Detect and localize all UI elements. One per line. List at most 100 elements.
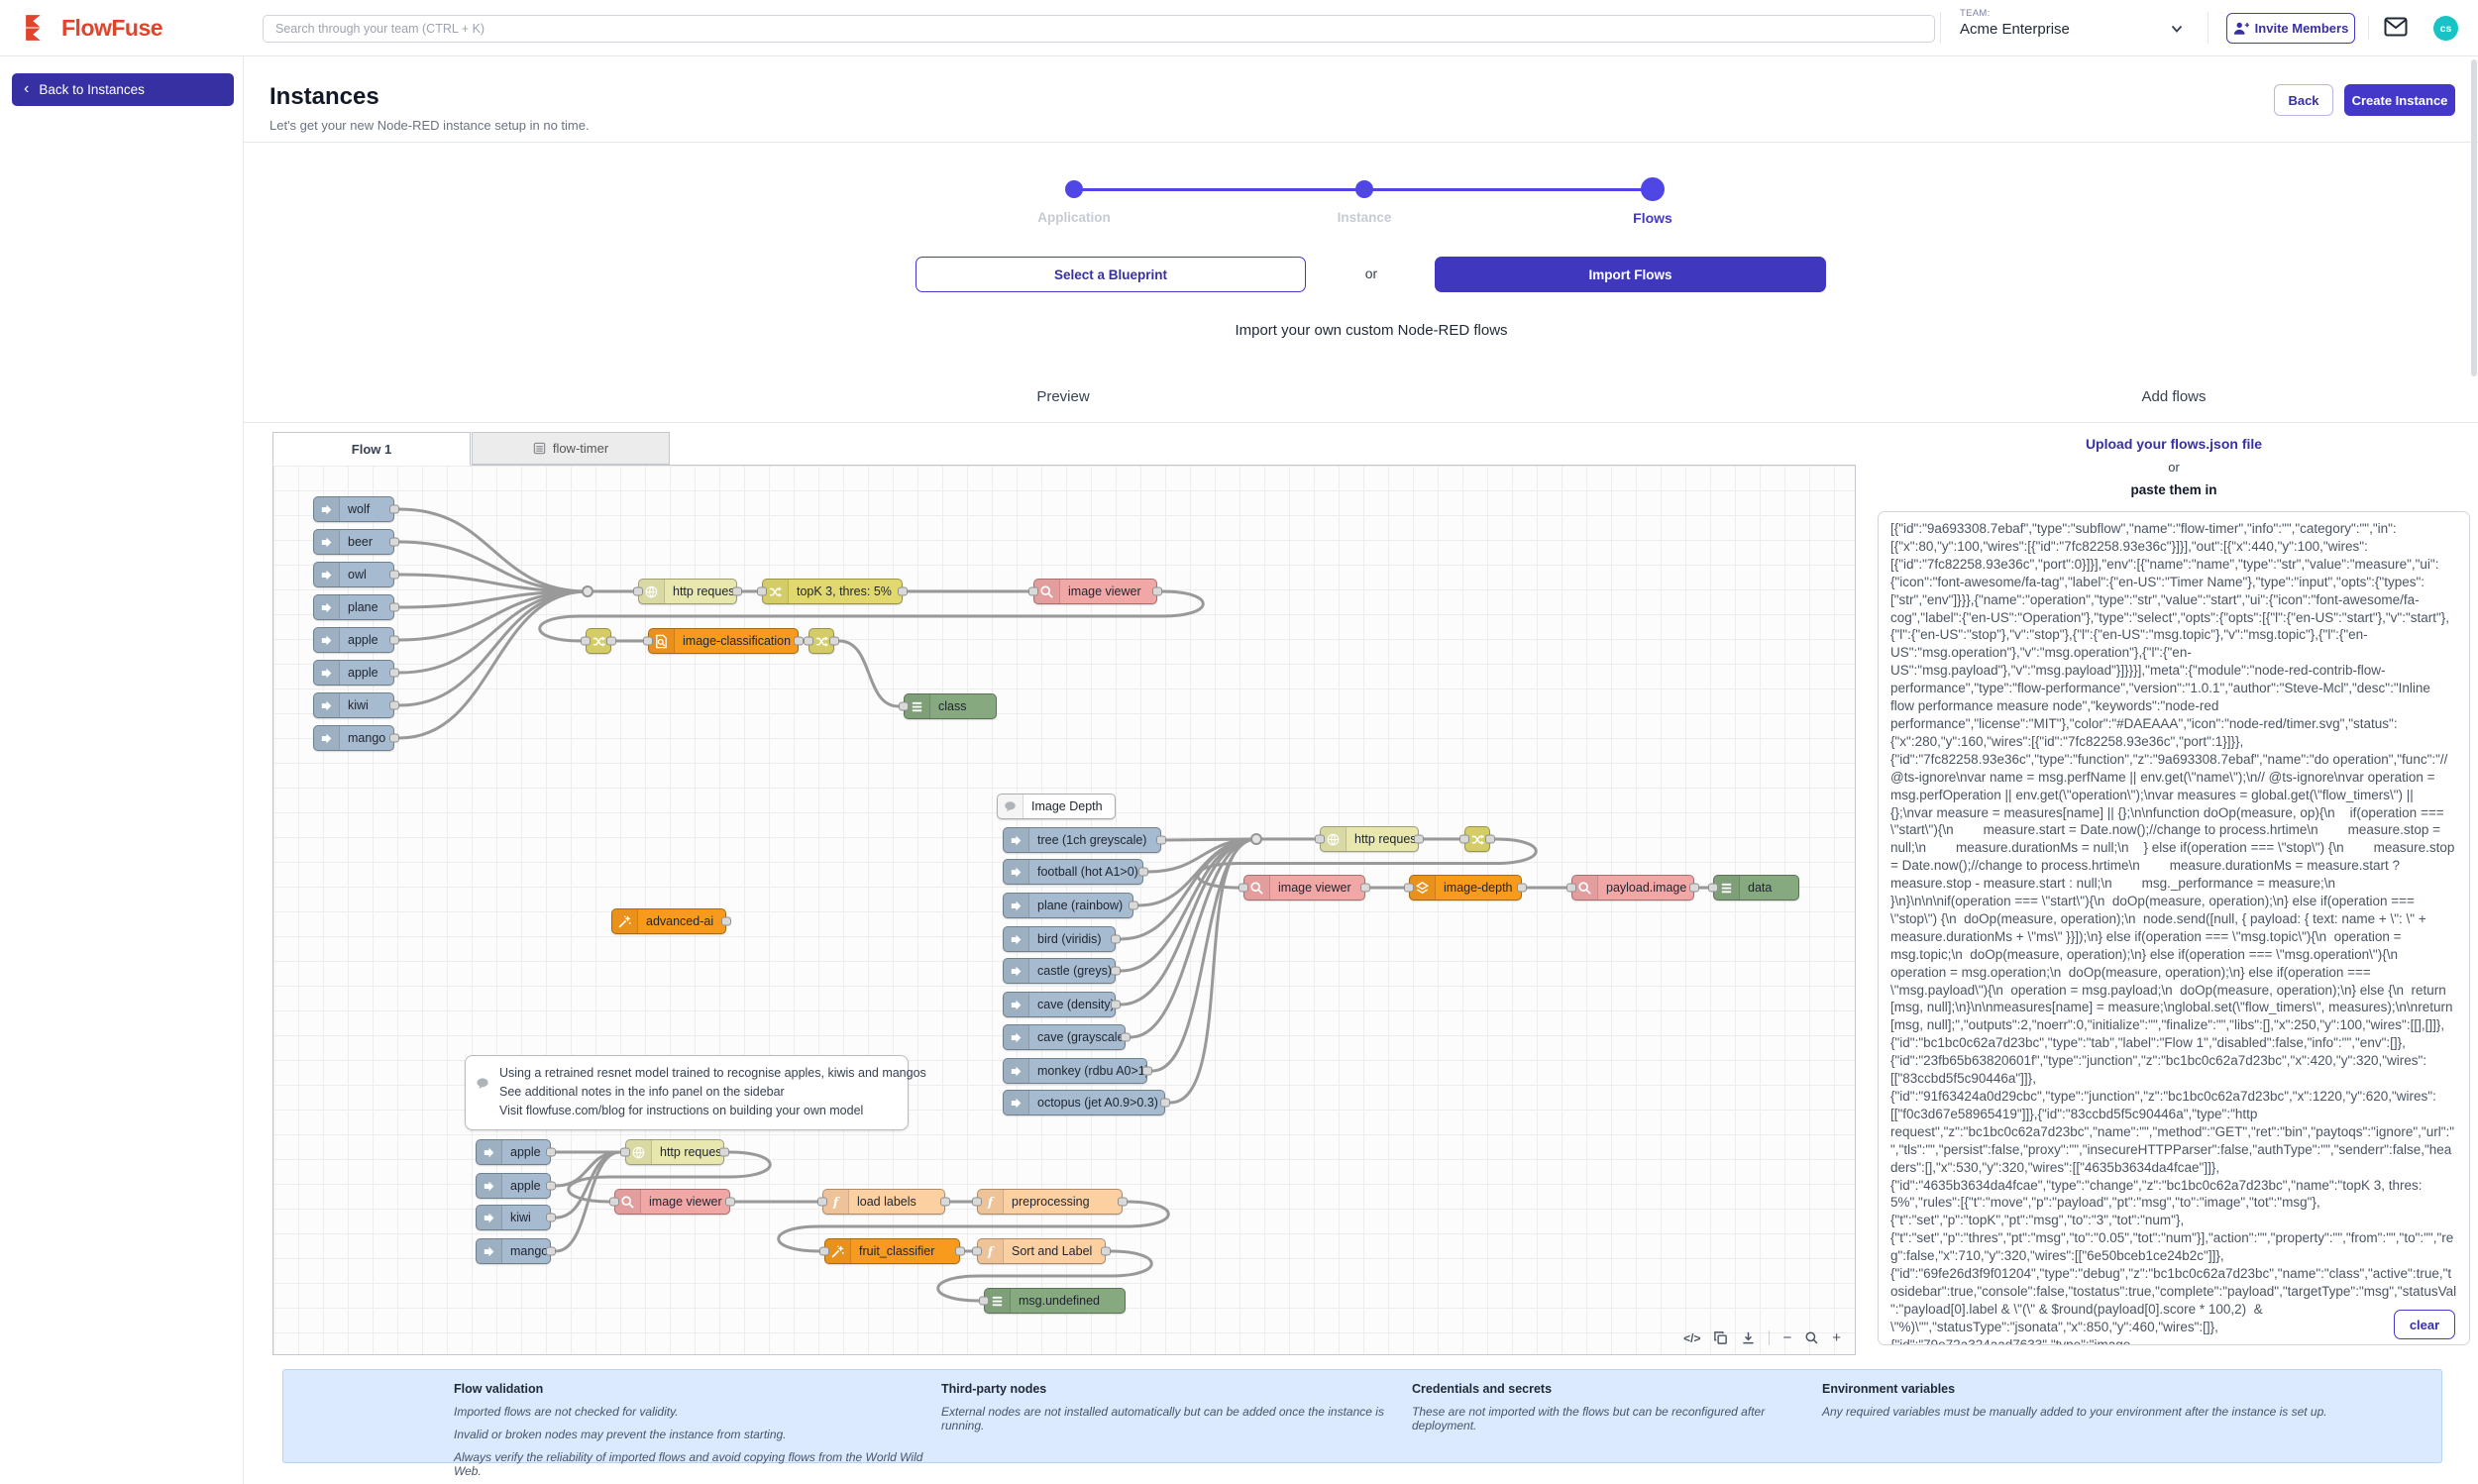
node-label: tree (1ch greyscale) [1029, 833, 1154, 847]
comment-line: Using a retrained resnet model trained t… [499, 1064, 926, 1083]
inject-owl[interactable]: owl [313, 562, 394, 587]
node-label: image viewer [1060, 584, 1149, 598]
zoom-in-button[interactable]: + [1832, 1329, 1841, 1346]
inject-wolf[interactable]: wolf [313, 496, 394, 522]
image-viewer-1[interactable]: image viewer [1033, 579, 1157, 604]
page-scrollbar[interactable] [2471, 59, 2477, 376]
flow-canvas[interactable]: wolf beer owl plane apple apple kiwi mango http … [272, 465, 1856, 1355]
comment-image-depth[interactable]: Image Depth [997, 794, 1116, 819]
inject-cave-density[interactable]: cave (density) [1003, 992, 1116, 1017]
back-to-instances-button[interactable]: ‹ Back to Instances [12, 73, 234, 106]
advanced-ai[interactable]: advanced-ai [611, 908, 726, 934]
invite-members-label: Invite Members [2255, 21, 2349, 36]
avatar-initials: cs [2440, 23, 2452, 35]
http-request-3[interactable]: http request [625, 1139, 724, 1165]
comment-line: Visit flowfuse.com/blog for instructions… [499, 1102, 926, 1120]
change-topk[interactable]: topK 3, thres: 5% [762, 579, 903, 604]
clear-button[interactable]: clear [2394, 1310, 2455, 1339]
function-preprocessing[interactable]: fpreprocessing [977, 1189, 1123, 1215]
inject-apple-1[interactable]: apple [313, 627, 394, 653]
inject-apple-3[interactable]: apple [476, 1139, 551, 1165]
canvas-toolbar: </> − + [1683, 1329, 1841, 1346]
step-dot-instance[interactable] [1355, 180, 1373, 198]
flowfuse-logo[interactable]: FlowFuse [22, 12, 162, 45]
tab-flow-timer[interactable]: flow-timer [472, 432, 670, 465]
download-button[interactable] [1741, 1330, 1756, 1345]
change-square-2[interactable] [808, 628, 834, 654]
create-instance-button[interactable]: Create Instance [2344, 84, 2455, 116]
inject-beer[interactable]: beer [313, 529, 394, 555]
copy-button[interactable] [1713, 1330, 1728, 1345]
change-square-3[interactable] [1464, 826, 1490, 852]
flows-json-textarea[interactable] [1878, 511, 2470, 1345]
http-request-2[interactable]: http request [1320, 826, 1419, 852]
inject-mango-2[interactable]: mango [476, 1238, 551, 1264]
image-classification[interactable]: image-classification [648, 628, 799, 654]
image-viewer-3[interactable]: image viewer [614, 1189, 730, 1215]
change-square-1[interactable] [586, 628, 611, 654]
team-selector[interactable]: TEAM: Acme Enterprise [1960, 8, 2070, 38]
debug-class[interactable]: class [904, 693, 997, 719]
output-port [389, 571, 399, 580]
divider [244, 422, 2478, 423]
comment-box[interactable]: Using a retrained resnet model trained t… [465, 1055, 909, 1130]
inject-tree[interactable]: tree (1ch greyscale) [1003, 827, 1161, 853]
payload-image[interactable]: payload.image [1571, 875, 1694, 901]
mail-icon[interactable] [2384, 17, 2408, 37]
invite-members-button[interactable]: Invite Members [2226, 13, 2355, 44]
fruit-classifier[interactable]: fruit_classifier [824, 1238, 960, 1264]
image-viewer-2[interactable]: image viewer [1243, 875, 1365, 901]
node-label: kiwi [502, 1211, 539, 1224]
junction-1[interactable] [582, 585, 593, 597]
inject-cave-grayscale[interactable]: cave (grayscale) [1003, 1024, 1126, 1050]
inject-plane[interactable]: plane [313, 594, 394, 620]
or-text: or [1871, 460, 2477, 475]
debug-msg-undefined[interactable]: msg.undefined [984, 1288, 1126, 1314]
info-title-credentials-secrets: Credentials and secrets [1412, 1382, 1812, 1396]
inject-football[interactable]: football (hot A1>0) [1003, 859, 1143, 885]
output-port [606, 637, 616, 646]
step-label-instance: Instance [1285, 210, 1444, 225]
inject-castle[interactable]: castle (greys) [1003, 958, 1116, 984]
inject-mango[interactable]: mango [313, 725, 394, 751]
step-label-application: Application [995, 210, 1153, 225]
http-request-1[interactable]: http request [638, 579, 737, 604]
back-button[interactable]: Back [2274, 84, 2333, 116]
debug-data[interactable]: data [1713, 875, 1799, 901]
app-window: FlowFuse TEAM: Acme Enterprise Invite Me… [0, 0, 2478, 1484]
output-port [721, 917, 731, 926]
select-blueprint-button[interactable]: Select a Blueprint [916, 257, 1306, 292]
input-port [609, 1198, 619, 1207]
junction-2[interactable] [1250, 833, 1262, 845]
function-sort-and-label[interactable]: fSort and Label [977, 1238, 1106, 1264]
inject-arrow-icon [314, 530, 340, 554]
import-caption: Import your own custom Node-RED flows [1064, 322, 1678, 339]
function-load-labels[interactable]: fload labels [822, 1189, 945, 1215]
inject-kiwi-2[interactable]: kiwi [476, 1205, 551, 1230]
inject-plane-rainbow[interactable]: plane (rainbow) [1003, 893, 1133, 918]
inject-octopus[interactable]: octopus (jet A0.9>0.3) [1003, 1090, 1165, 1115]
step-dot-flows[interactable] [1641, 177, 1665, 201]
inject-kiwi[interactable]: kiwi [313, 692, 394, 718]
view-code-button[interactable]: </> [1683, 1331, 1700, 1345]
upload-flows-link[interactable]: Upload your flows.json file [1871, 436, 2477, 452]
page-subtitle: Let's get your new Node-RED instance set… [269, 118, 590, 133]
search-input[interactable] [263, 15, 1935, 43]
inject-apple-2[interactable]: apple [313, 660, 394, 686]
step-dot-application[interactable] [1065, 180, 1083, 198]
image-depth[interactable]: image-depth [1409, 875, 1522, 901]
chevron-down-icon[interactable] [2170, 22, 2184, 36]
zoom-reset-button[interactable] [1804, 1330, 1819, 1345]
zoom-out-button[interactable]: − [1782, 1329, 1791, 1346]
avatar[interactable]: cs [2433, 16, 2458, 41]
import-flows-button[interactable]: Import Flows [1435, 257, 1826, 292]
output-port [389, 538, 399, 547]
inject-bird[interactable]: bird (viridis) [1003, 926, 1116, 952]
inject-monkey[interactable]: monkey (rdbu A0>1) [1003, 1058, 1147, 1084]
tab-flow-1[interactable]: Flow 1 [272, 432, 471, 466]
node-label: Sort and Label [1004, 1244, 1100, 1258]
flow-wire [839, 641, 899, 706]
output-port [1142, 1067, 1152, 1076]
inject-apple-4[interactable]: apple [476, 1173, 551, 1199]
output-port [389, 636, 399, 645]
